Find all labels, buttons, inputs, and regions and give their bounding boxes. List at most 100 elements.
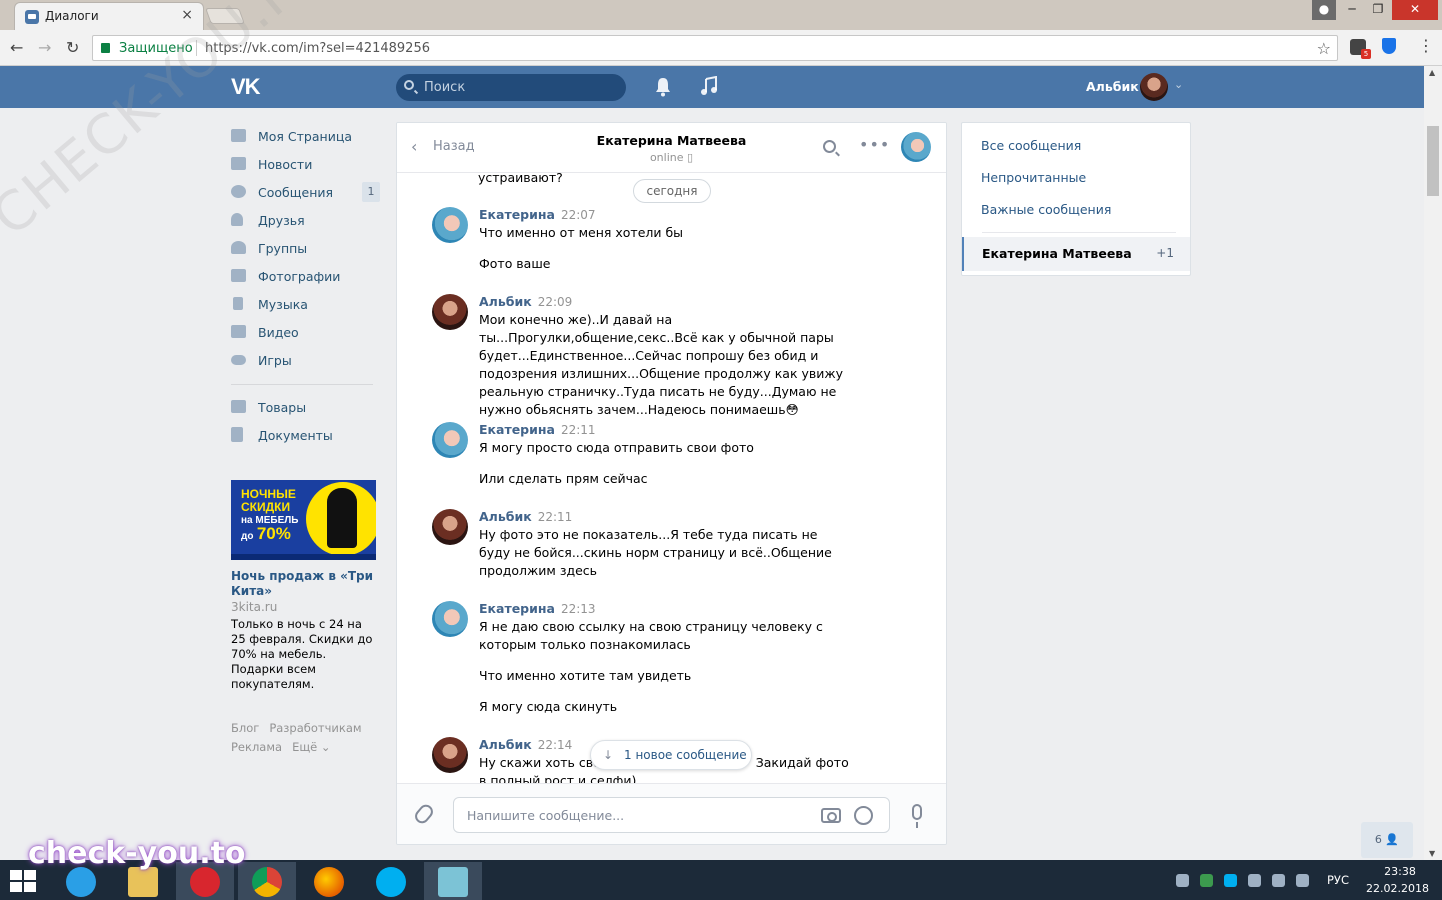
scroll-down-icon[interactable]: ▼ [1429,849,1435,858]
ad-banner[interactable]: НОЧНЫЕ СКИДКИ на МЕБЕЛЬ до 70% [231,480,376,560]
taskbar-ie[interactable] [52,862,110,900]
filter-all-messages[interactable]: Все сообщения [981,138,1081,153]
paperclip-icon[interactable] [412,801,436,827]
message-time[interactable]: 22:13 [561,602,596,616]
sidebar-item-documents[interactable]: Документы [231,421,381,449]
browser-menu-icon[interactable]: ⋮ [1418,36,1434,55]
sidebar-item-video[interactable]: Видео [231,318,381,346]
search-input[interactable]: Поиск [396,74,626,101]
message-author[interactable]: Альбик [479,737,532,752]
restore-button[interactable]: ❐ [1364,0,1392,20]
minimize-button[interactable]: ─ [1338,0,1366,20]
taskbar-opera[interactable] [176,862,234,900]
clock-date[interactable]: 22.02.2018 [1366,882,1429,895]
windows-taskbar: РУС 23:38 22.02.2018 [0,860,1442,900]
url-text[interactable]: https://vk.com/im?sel=421489256 [205,41,430,56]
volume-icon[interactable] [1296,874,1309,887]
taskbar-chrome[interactable] [238,862,296,900]
url-field[interactable]: Защищено https://vk.com/im?sel=421489256… [92,35,1338,61]
new-tab-button[interactable] [205,8,245,24]
message-author[interactable]: Альбик [479,294,532,309]
scroll-thumb[interactable] [1427,126,1439,196]
peer-avatar[interactable] [901,132,931,162]
footer-link-ads[interactable]: Реклама [231,740,282,754]
network-icon[interactable] [1272,874,1285,887]
footer-link-blog[interactable]: Блог [231,721,259,735]
back-arrow-icon[interactable]: ← [10,38,23,57]
avatar[interactable] [432,737,468,773]
message-time[interactable]: 22:14 [538,738,573,752]
avatar[interactable] [432,422,468,458]
ad-line-2: СКИДКИ [241,500,291,514]
search-icon[interactable] [823,140,836,153]
message-author[interactable]: Альбик [479,509,532,524]
filter-unread[interactable]: Непрочитанные [981,170,1086,185]
forward-arrow-icon[interactable]: → [38,38,51,57]
header-user-name[interactable]: Альбик [1086,79,1139,94]
message-author[interactable]: Екатерина [479,207,555,222]
tray-app-icon[interactable] [1200,874,1213,887]
footer-link-more[interactable]: Ещё ⌄ [292,740,330,754]
skype-tray-icon[interactable] [1224,874,1237,887]
avatar[interactable] [432,601,468,637]
online-friends-button[interactable]: 6 👤 [1361,822,1413,858]
sidebar-item-my-page[interactable]: Моя Страница [231,122,381,150]
language-indicator[interactable]: РУС [1327,873,1349,887]
message-time[interactable]: 22:11 [538,510,573,524]
address-toolbar: ← → ↻ Защищено https://vk.com/im?sel=421… [0,30,1442,66]
tab-close-icon[interactable]: × [181,7,193,23]
taskbar-explorer[interactable] [114,862,172,900]
sidebar-item-groups[interactable]: Группы [231,234,381,262]
sidebar-item-label: Новости [258,157,313,172]
message-time[interactable]: 22:07 [561,208,596,222]
bell-icon[interactable] [654,77,672,97]
browser-tab[interactable]: Диалоги × [14,2,204,30]
message-header: Альбик 22:09 [479,294,572,309]
footer-link-developers[interactable]: Разработчикам [269,721,361,735]
tray-app-icon[interactable] [1176,874,1189,887]
emoji-icon[interactable] [854,806,873,825]
message-time[interactable]: 22:11 [561,423,596,437]
avatar[interactable] [432,207,468,243]
taskbar-notepad[interactable] [424,862,482,900]
message-input[interactable]: Напишите сообщение... [453,797,890,833]
tray-app-icon[interactable] [1248,874,1261,887]
filter-important[interactable]: Важные сообщения [981,202,1111,217]
scroll-up-icon[interactable]: ▲ [1429,68,1435,77]
active-dialog-item[interactable]: Екатерина Матвеева +1 [962,237,1190,271]
taskbar-skype[interactable] [362,862,420,900]
user-profile-icon[interactable]: ● [1312,0,1336,20]
clock-time[interactable]: 23:38 [1380,865,1420,878]
avatar[interactable] [1140,73,1168,101]
microphone-icon[interactable] [912,804,922,828]
shield-extension-icon[interactable] [1382,38,1396,54]
sidebar-item-market[interactable]: Товары [231,393,381,421]
page-scrollbar[interactable]: ▲ ▼ [1424,66,1442,860]
message-author[interactable]: Екатерина [479,422,555,437]
ad-title[interactable]: Ночь продаж в «Три Кита» [231,569,376,599]
window-close-button[interactable]: ✕ [1392,0,1438,20]
camera-icon[interactable] [821,808,841,823]
sidebar-item-games[interactable]: Игры [231,346,381,374]
message-author[interactable]: Екатерина [479,601,555,616]
sidebar-item-friends[interactable]: Друзья [231,206,381,234]
message-time[interactable]: 22:09 [538,295,573,309]
new-messages-button[interactable]: ↓ 1 новое сообщение [590,740,752,770]
chevron-down-icon[interactable]: ⌄ [1174,78,1183,91]
reload-icon[interactable]: ↻ [66,38,79,57]
avatar[interactable] [432,509,468,545]
sidebar-item-music[interactable]: Музыка [231,290,381,318]
sidebar-item-photos[interactable]: Фотографии [231,262,381,290]
music-note-icon[interactable] [700,76,718,96]
sidebar-item-label: Товары [258,400,307,415]
vk-logo-icon[interactable]: VK [231,74,261,100]
sidebar-item-news[interactable]: Новости [231,150,381,178]
sidebar-item-messages[interactable]: Сообщения 1 [231,178,381,206]
more-icon[interactable]: ••• [859,135,890,154]
taskbar-firefox[interactable] [300,862,358,900]
message-text: Я не даю свою ссылку на свою страницу че… [479,619,823,652]
bookmark-star-icon[interactable]: ☆ [1317,39,1331,58]
chat-header: ‹ Назад Екатерина Матвеева online ▯ ••• [397,123,946,173]
windows-start-icon[interactable] [10,870,36,892]
avatar[interactable] [432,294,468,330]
